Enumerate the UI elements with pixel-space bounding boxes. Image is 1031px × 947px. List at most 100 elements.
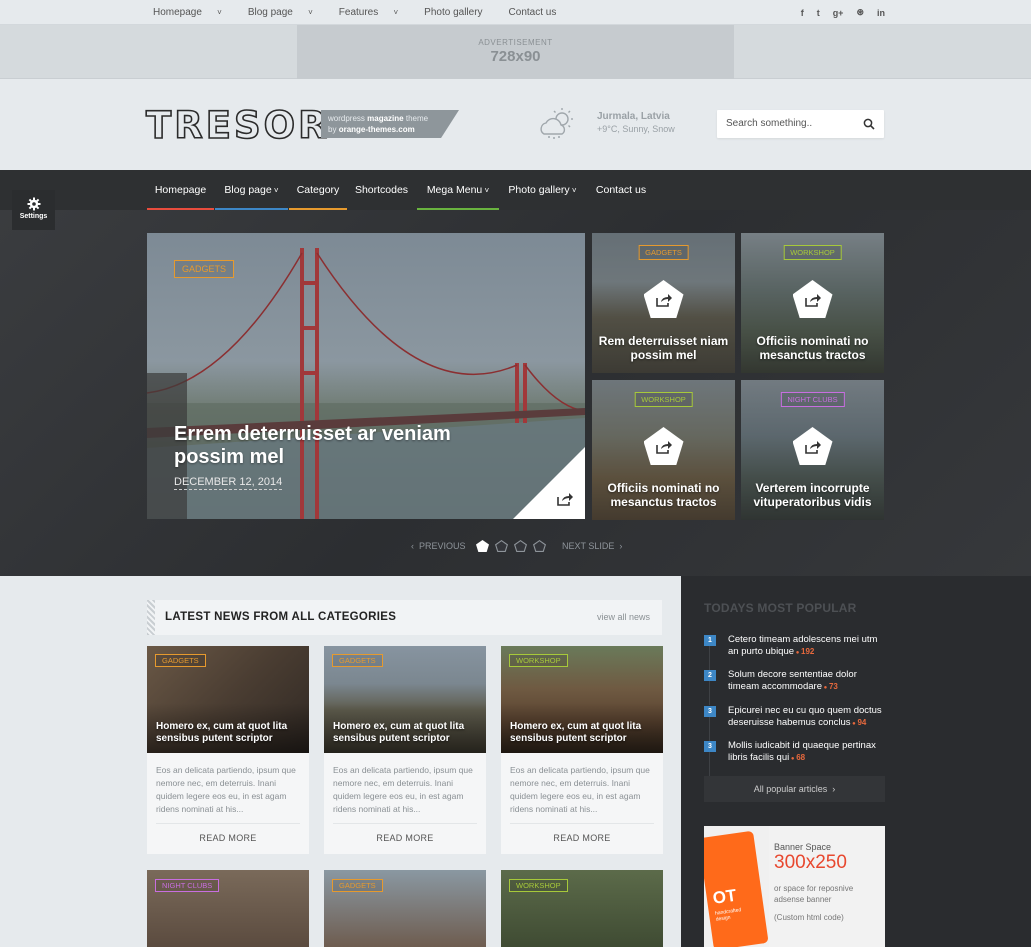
slider-next[interactable]: NEXT SLIDE ›	[562, 540, 622, 552]
twitter-icon[interactable]: t	[817, 8, 820, 18]
nav-item-homepage[interactable]: Homepage	[147, 170, 214, 210]
slide-dot-icon[interactable]	[495, 540, 508, 552]
nav-item-blog-page[interactable]: Blog page ˅	[215, 170, 288, 210]
topnav-label: Contact us	[508, 7, 557, 18]
chevron-down-icon: ˅	[271, 186, 279, 195]
card-title[interactable]: Homero ex, cum at quot lita sensibus put…	[510, 721, 660, 745]
settings-button[interactable]: Settings	[12, 190, 55, 230]
topnav-item[interactable]: Blog page ˅	[248, 7, 326, 18]
chevron-down-icon: ˅	[391, 8, 399, 17]
card-excerpt: Eos an delicata partiendo, ipsum que nem…	[156, 765, 296, 814]
nav-item-photo-gallery[interactable]: Photo gallery ˅	[499, 170, 586, 210]
card-title[interactable]: Homero ex, cum at quot lita sensibus put…	[333, 721, 483, 745]
news-card[interactable]: GADGETS Homero ex, cum at quot lita sensi…	[324, 646, 486, 854]
category-badge[interactable]: GADGETS	[174, 260, 235, 278]
slide-dot-icon[interactable]	[533, 540, 546, 552]
popular-connector	[709, 752, 710, 776]
comment-count: ● 68	[789, 753, 805, 762]
google-plus-icon[interactable]: g+	[833, 8, 844, 18]
linkedin-icon[interactable]: in	[877, 8, 885, 18]
banner-ad[interactable]: OT handcrafted design Banner Space 300x2…	[704, 826, 885, 947]
topnav-item[interactable]: Homepage ˅	[153, 7, 235, 18]
view-all-link[interactable]: view all news	[597, 612, 650, 622]
popular-item[interactable]: 3 Mollis iudicabit id quaeque pertinax li…	[704, 740, 886, 776]
topnav-label: Blog page	[247, 7, 293, 18]
slide-dot-inner	[534, 541, 545, 551]
hero-title[interactable]: Errem deterruisset ar veniam possim mel	[174, 423, 494, 469]
hero-main-article[interactable]: GADGETS Errem deterruisset ar veniam pos…	[147, 233, 585, 519]
category-badge[interactable]: NIGHT CLUBS	[155, 879, 220, 892]
nav-label: Shortcodes	[354, 184, 409, 196]
nav-item-category[interactable]: Category	[289, 170, 347, 210]
tile-title[interactable]: Officiis nominati no mesanctus tractos	[747, 334, 878, 362]
nav-item-contact-us[interactable]: Contact us	[587, 170, 655, 210]
hero-tile[interactable]: NIGHT CLUBS Verterem incorrupte vituperat…	[741, 380, 884, 520]
read-more-link[interactable]: READ MORE	[147, 833, 309, 843]
dribbble-icon[interactable]: ⊛	[856, 7, 864, 18]
topnav-item[interactable]: Contact us	[509, 7, 570, 18]
ad-banner[interactable]: ADVERTISEMENT 728x90	[297, 25, 734, 79]
all-popular-button[interactable]: All popular articles ›	[704, 776, 885, 802]
category-badge[interactable]: NIGHT CLUBS	[780, 392, 845, 407]
slide-dot-icon[interactable]	[514, 540, 527, 552]
popular-item[interactable]: 3 Epicurei nec eu cu quo quem doctus dese…	[704, 705, 886, 741]
news-card[interactable]: WORKSHOP	[501, 870, 663, 947]
site-logo[interactable]: TRESOR	[145, 105, 330, 147]
nav-item-shortcodes[interactable]: Shortcodes	[347, 170, 416, 210]
tile-title[interactable]: Rem deterruisset niam possim mel	[598, 334, 729, 362]
topnav-item[interactable]: Features ˅	[339, 7, 411, 18]
share-icon[interactable]	[557, 492, 573, 506]
banner-title: Banner Space	[774, 842, 832, 852]
topnav-item[interactable]: Photo gallery	[424, 7, 495, 18]
card-excerpt: Eos an delicata partiendo, ipsum que nem…	[510, 765, 650, 814]
category-badge[interactable]: WORKSHOP	[783, 245, 842, 260]
nav-item-mega-menu[interactable]: Mega Menu ˅	[417, 170, 499, 210]
gear-icon	[27, 197, 40, 211]
card-divider	[510, 823, 654, 824]
category-badge[interactable]: GADGETS	[332, 879, 383, 892]
card-title[interactable]: Homero ex, cum at quot lita sensibus put…	[156, 721, 306, 745]
read-more-link[interactable]: READ MORE	[501, 833, 663, 843]
card-divider	[156, 823, 300, 824]
hero-tile[interactable]: WORKSHOP Officiis nominati no mesanctus t…	[741, 233, 884, 373]
slide-dot-inner	[515, 541, 526, 551]
news-card[interactable]: NIGHT CLUBS	[147, 870, 309, 947]
category-badge[interactable]: WORKSHOP	[509, 879, 568, 892]
slide-dot-icon[interactable]	[476, 540, 489, 552]
category-badge[interactable]: GADGETS	[332, 654, 383, 667]
nav-label: Contact us	[595, 184, 647, 196]
hero-tile[interactable]: GADGETS Rem deterruisset niam possim mel	[592, 233, 735, 373]
facebook-icon[interactable]: f	[801, 8, 804, 18]
card-image[interactable]: WORKSHOP Homero ex, cum at quot lita sens…	[501, 646, 663, 753]
card-image[interactable]: GADGETS Homero ex, cum at quot lita sensi…	[147, 646, 309, 753]
tile-title[interactable]: Officiis nominati no mesanctus tractos	[598, 481, 729, 509]
hero-tile[interactable]: WORKSHOP Officiis nominati no mesanctus t…	[592, 380, 735, 520]
comment-count: ● 192	[794, 647, 815, 656]
slider-prev[interactable]: ‹ PREVIOUS	[411, 540, 466, 552]
category-badge[interactable]: WORKSHOP	[634, 392, 693, 407]
popular-item[interactable]: 1 Cetero timeam adolescens mei utm an pur…	[704, 634, 886, 670]
popular-item[interactable]: 2 Solum decore sententiae dolor timeam ac…	[704, 669, 886, 705]
chevron-right-icon: ›	[614, 541, 623, 551]
popular-text: Cetero timeam adolescens mei utm an purt…	[728, 634, 886, 659]
news-card[interactable]: WORKSHOP Homero ex, cum at quot lita sens…	[501, 646, 663, 854]
popular-rank: 3	[704, 706, 716, 717]
weather-desc: +9°C, Sunny, Snow	[597, 124, 675, 134]
news-card[interactable]: GADGETS	[324, 870, 486, 947]
search-input[interactable]	[726, 118, 856, 129]
card-image[interactable]: GADGETS Homero ex, cum at quot lita sensi…	[324, 646, 486, 753]
read-more-link[interactable]: READ MORE	[324, 833, 486, 843]
slider-dots	[476, 539, 552, 553]
category-badge[interactable]: WORKSHOP	[509, 654, 568, 667]
category-badge[interactable]: GADGETS	[638, 245, 689, 260]
nav-label: Mega Menu	[426, 184, 483, 196]
category-badge[interactable]: GADGETS	[155, 654, 206, 667]
weather-cloud-sun-icon	[540, 108, 573, 139]
tile-title[interactable]: Verterem incorrupte vituperatoribus vidi…	[747, 481, 878, 509]
popular-rank: 2	[704, 670, 716, 681]
comment-count-value: 192	[801, 647, 815, 656]
search-icon[interactable]	[863, 118, 875, 130]
topnav-label: Photo gallery	[424, 7, 483, 18]
banner-line3: (Custom html code)	[774, 913, 844, 922]
news-card[interactable]: GADGETS Homero ex, cum at quot lita sensi…	[147, 646, 309, 854]
